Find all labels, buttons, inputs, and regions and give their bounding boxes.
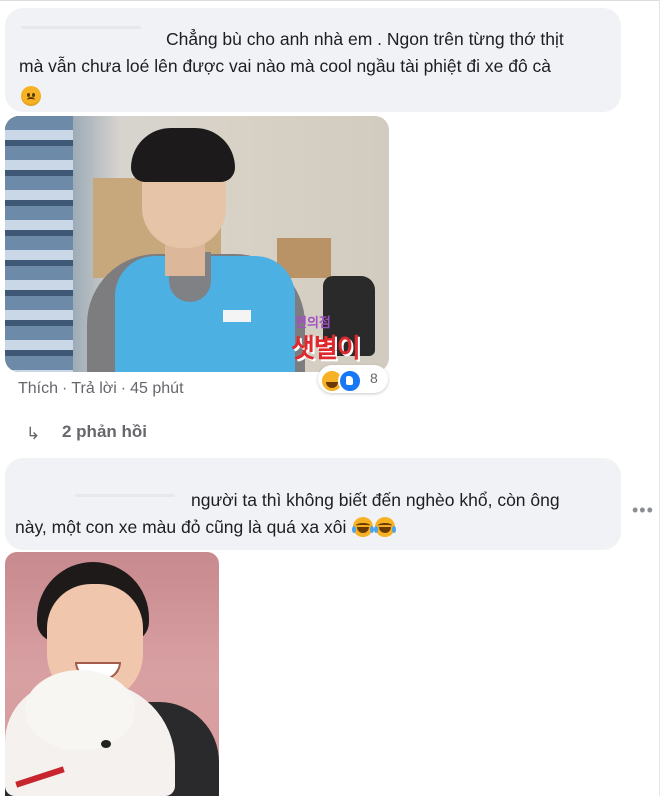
separator: · <box>62 380 68 397</box>
laughing-tears-icon <box>352 517 375 537</box>
top-border <box>0 0 660 1</box>
store-shelf <box>5 116 73 372</box>
redacted-author-name <box>75 494 175 497</box>
comment-actions: Thích · Trả lời · 45 phút <box>18 380 184 402</box>
laughing-tears-icon <box>374 517 397 537</box>
comment-text-segment: này, một con xe màu đỏ cũng là quá xa xô… <box>15 517 347 537</box>
reaction-summary[interactable]: 8 <box>318 365 388 393</box>
reaction-count: 8 <box>370 370 378 386</box>
like-reaction-icon <box>338 369 362 393</box>
timestamp[interactable]: 45 phút <box>130 380 183 398</box>
more-options-icon[interactable]: ••• <box>632 500 654 521</box>
comment-text-line: Chẳng bù cho anh nhà em . Ngon trên từng… <box>166 29 564 49</box>
comment-text-line: mà vẫn chưa loé lên được vai nào mà cool… <box>19 56 552 76</box>
comment-bubble: người ta thì không biết đến nghèo khổ, c… <box>5 458 621 550</box>
comment-bubble: Chẳng bù cho anh nhà em . Ngon trên từng… <box>5 8 621 112</box>
sad-face-icon <box>21 86 41 106</box>
comment-photo[interactable]: 편의점 샛별이 <box>5 116 389 372</box>
comment-photo[interactable] <box>5 552 219 796</box>
comment-text-line: này, một con xe màu đỏ cũng là quá xa xô… <box>15 514 397 541</box>
show-logo: 편의점 샛별이 <box>291 312 383 366</box>
replies-label: 2 phản hồi <box>62 422 147 441</box>
show-logo-bottom: 샛별이 <box>291 334 361 364</box>
dog-head <box>25 670 135 750</box>
reply-arrow-icon: ↳ <box>26 424 41 443</box>
comment-text-line: người ta thì không biết đến nghèo khổ, c… <box>191 490 560 510</box>
reply-link[interactable]: Trả lời <box>71 380 116 398</box>
redacted-author-name <box>21 26 141 29</box>
like-link[interactable]: Thích <box>18 380 58 398</box>
hair <box>131 128 235 182</box>
dog-nose <box>101 740 111 748</box>
name-tag <box>223 310 251 322</box>
separator: · <box>120 380 127 397</box>
